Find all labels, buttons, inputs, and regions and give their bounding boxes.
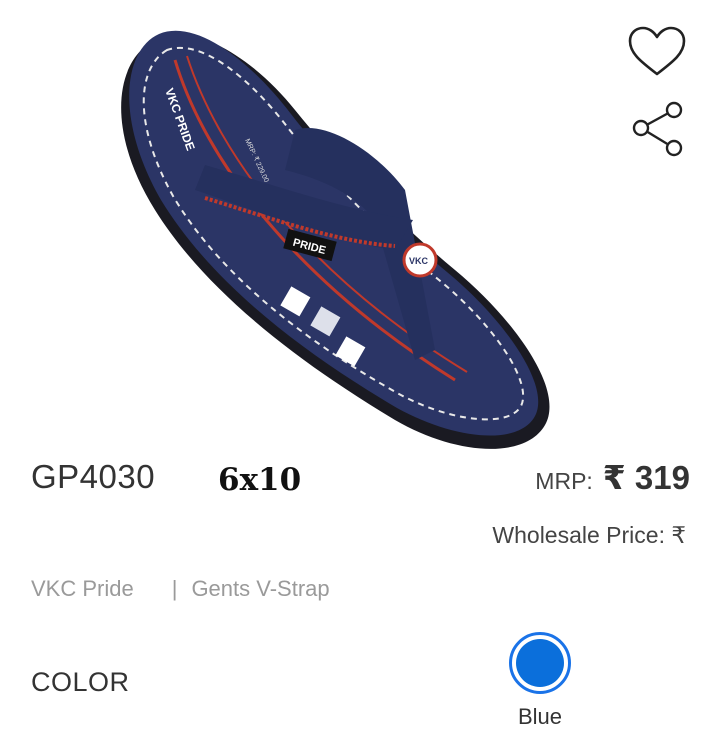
product-meta: VKC Pride | Gents V-Strap bbox=[31, 576, 330, 602]
mrp-label: MRP: bbox=[535, 468, 593, 494]
share-button[interactable] bbox=[628, 100, 688, 160]
heart-icon bbox=[628, 26, 686, 76]
mrp-price: MRP: ₹ 319 bbox=[535, 458, 690, 497]
color-label: COLOR bbox=[31, 667, 130, 697]
color-option-name: Blue bbox=[517, 704, 563, 729]
wishlist-button[interactable] bbox=[626, 24, 688, 80]
badge-text: VKC bbox=[409, 256, 429, 266]
brand-name: VKC Pride bbox=[31, 576, 134, 601]
category-name: Gents V-Strap bbox=[191, 576, 330, 601]
mrp-value: ₹ 319 bbox=[602, 459, 690, 496]
color-swatch-blue[interactable] bbox=[509, 632, 571, 694]
wholesale-price: Wholesale Price: ₹ bbox=[492, 522, 686, 548]
product-code: GP4030 bbox=[31, 458, 156, 495]
pack-size: 6x10 bbox=[218, 462, 302, 498]
sandal-illustration: PRIDE VKC VKC PRIDE MRP: ₹ 229.00 bbox=[121, 30, 550, 449]
meta-separator: | bbox=[171, 576, 178, 601]
swatch-fill bbox=[516, 639, 564, 687]
share-icon bbox=[632, 101, 683, 157]
product-image: PRIDE VKC VKC PRIDE MRP: ₹ 229.00 bbox=[95, 20, 625, 460]
